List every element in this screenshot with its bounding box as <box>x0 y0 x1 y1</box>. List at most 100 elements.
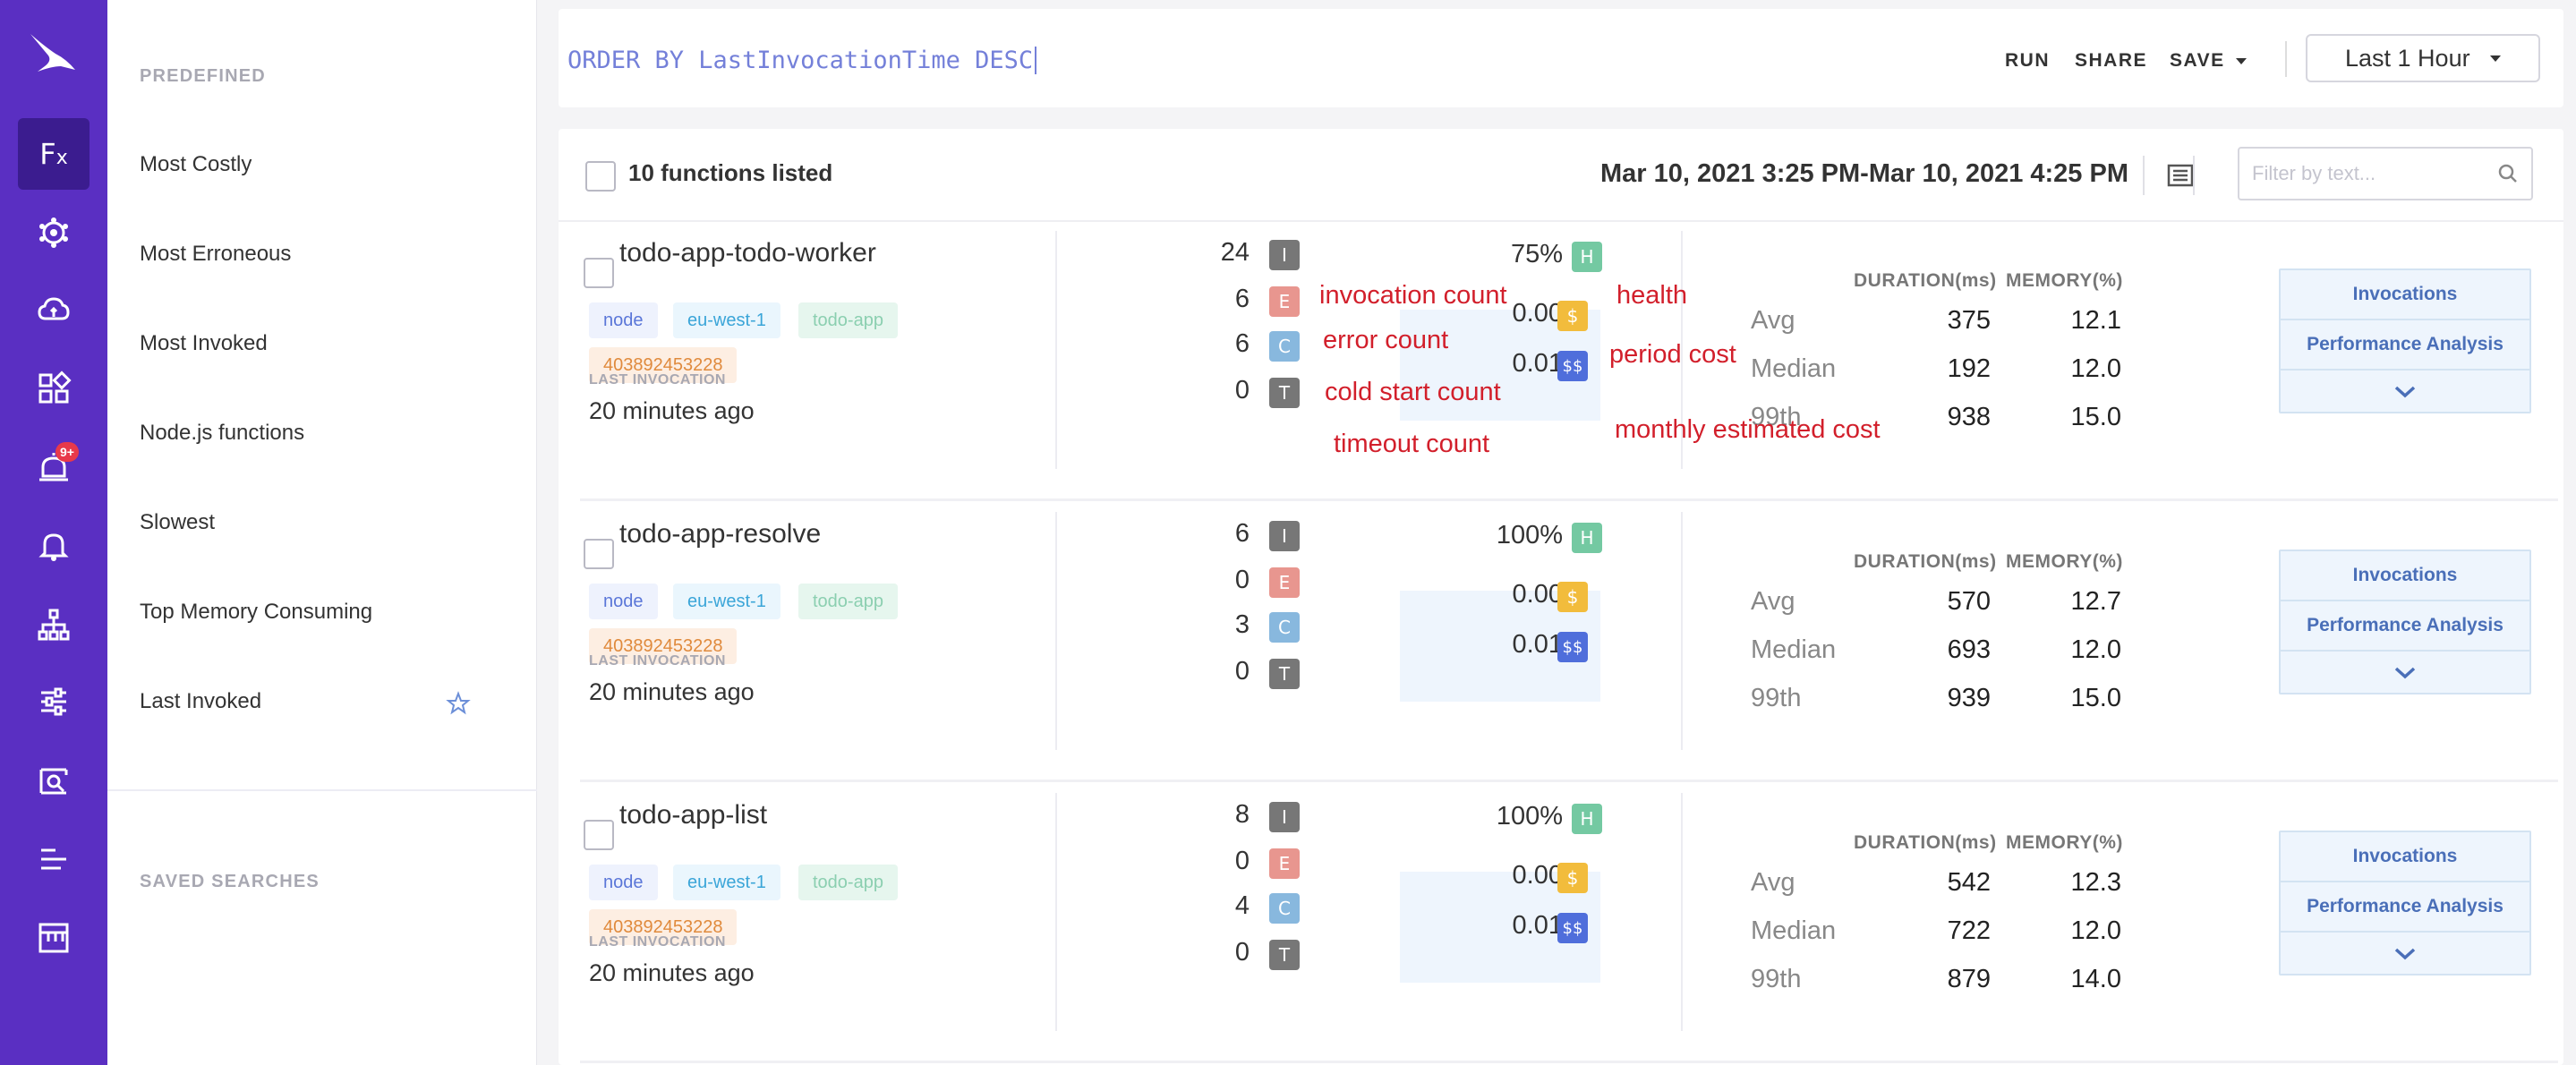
region-tag[interactable]: eu-west-1 <box>673 302 780 338</box>
performance-analysis-button[interactable]: Performance Analysis <box>2281 601 2529 652</box>
cold-start-count: 4 <box>1234 891 1250 920</box>
query-most-invoked[interactable]: Most Invoked <box>140 331 268 356</box>
query-most-erroneous[interactable]: Most Erroneous <box>140 242 291 267</box>
sitemap-icon[interactable] <box>18 589 90 660</box>
row-actions: Invocations Performance Analysis <box>2279 268 2531 413</box>
annotation-error-count: error count <box>1323 326 1449 354</box>
timeout-count: 0 <box>1234 938 1250 967</box>
star-icon[interactable] <box>446 691 471 716</box>
row-divider <box>580 498 2558 501</box>
search-list-icon[interactable] <box>18 745 90 816</box>
monthly-cost-value: 0.01 <box>1512 630 1563 659</box>
cold-start-badge: C <box>1269 612 1300 643</box>
row-checkbox[interactable] <box>584 820 614 850</box>
performance-analysis-button[interactable]: Performance Analysis <box>2281 882 2529 933</box>
runtime-tag[interactable]: node <box>589 584 658 619</box>
apps-icon[interactable] <box>18 353 90 424</box>
time-range-select[interactable]: Last 1 Hour <box>2306 34 2540 82</box>
invocations-button[interactable]: Invocations <box>2281 270 2529 320</box>
row-checkbox[interactable] <box>584 539 614 569</box>
function-row: todo-app-todo-worker node eu-west-1 todo… <box>559 222 2563 501</box>
expand-row-button[interactable] <box>2281 933 2529 976</box>
cold-start-count: 3 <box>1234 610 1250 639</box>
run-button[interactable]: RUN <box>2005 50 2050 72</box>
chevron-down-icon <box>2489 55 2501 62</box>
list-header: 10 functions listed Mar 10, 2021 3:25 PM… <box>559 129 2563 222</box>
region-tag[interactable]: eu-west-1 <box>673 584 780 619</box>
memory-header: MEMORY(%) <box>2006 832 2123 853</box>
query-most-costly[interactable]: Most Costly <box>140 152 252 177</box>
runtime-tag[interactable]: node <box>589 302 658 338</box>
chevron-down-icon <box>2394 948 2416 960</box>
share-button[interactable]: SHARE <box>2075 50 2147 72</box>
timeout-badge: T <box>1269 659 1300 689</box>
region-tag[interactable]: eu-west-1 <box>673 865 780 900</box>
monthly-cost-badge: $$ <box>1557 632 1588 662</box>
chevron-down-icon <box>2394 667 2416 679</box>
application-tag[interactable]: todo-app <box>798 865 898 900</box>
filter-input[interactable] <box>2252 159 2485 188</box>
memory-median: 12.0 <box>2070 916 2121 945</box>
invocation-badge: I <box>1269 802 1300 832</box>
filter-field[interactable] <box>2238 147 2533 200</box>
monthly-cost-badge: $$ <box>1557 351 1588 381</box>
period-cost-badge: $ <box>1557 582 1588 612</box>
query-bar: ORDER BY LastInvocationTime DESC RUN SHA… <box>559 9 2563 107</box>
list-icon[interactable] <box>18 823 90 895</box>
application-tag[interactable]: todo-app <box>798 302 898 338</box>
query-nodejs-functions[interactable]: Node.js functions <box>140 421 304 446</box>
list-view-icon[interactable] <box>2166 161 2195 190</box>
bell-icon[interactable] <box>18 510 90 582</box>
settings-sliders-icon[interactable] <box>18 666 90 737</box>
duration-p99: 938 <box>1947 403 1991 431</box>
annotation-cold-start-count: cold start count <box>1325 378 1501 406</box>
expand-row-button[interactable] <box>2281 652 2529 694</box>
expand-row-button[interactable] <box>2281 371 2529 413</box>
annotation-period-cost: period cost <box>1609 340 1736 369</box>
query-slowest[interactable]: Slowest <box>140 510 215 535</box>
invocation-count: 24 <box>1220 238 1250 267</box>
cold-start-badge: C <box>1269 893 1300 924</box>
invocation-count: 8 <box>1234 800 1250 829</box>
memory-avg: 12.3 <box>2070 868 2121 897</box>
network-icon[interactable] <box>18 197 90 268</box>
median-label: Median <box>1751 354 1837 383</box>
functions-icon[interactable]: Fx <box>18 118 90 190</box>
p99-label: 99th <box>1751 965 1802 993</box>
predefined-heading: PREDEFINED <box>140 66 266 86</box>
column-divider <box>1055 512 1057 750</box>
functions-count: 10 functions listed <box>628 159 833 186</box>
row-checkbox[interactable] <box>584 258 614 288</box>
health-badge: H <box>1572 523 1602 553</box>
dashboard-icon[interactable] <box>18 902 90 974</box>
invocations-button[interactable]: Invocations <box>2281 551 2529 601</box>
memory-header: MEMORY(%) <box>2006 551 2123 572</box>
save-button[interactable]: SAVE <box>2170 50 2247 72</box>
invocations-button[interactable]: Invocations <box>2281 832 2529 882</box>
runtime-tag[interactable]: node <box>589 865 658 900</box>
duration-avg: 570 <box>1947 587 1991 616</box>
function-name[interactable]: todo-app-list <box>619 800 767 831</box>
cloud-icon[interactable] <box>18 274 90 345</box>
memory-avg: 12.1 <box>2070 306 2121 335</box>
query-input[interactable]: ORDER BY LastInvocationTime DESC <box>567 47 1037 74</box>
performance-analysis-button[interactable]: Performance Analysis <box>2281 320 2529 371</box>
avg-label: Avg <box>1751 868 1796 897</box>
chevron-down-icon <box>2235 57 2247 64</box>
app-logo-icon[interactable] <box>25 30 82 77</box>
query-top-memory[interactable]: Top Memory Consuming <box>140 600 372 625</box>
row-actions: Invocations Performance Analysis <box>2279 831 2531 976</box>
duration-avg: 375 <box>1947 306 1991 335</box>
select-all-checkbox[interactable] <box>585 161 616 192</box>
filter-separator <box>2193 156 2195 195</box>
median-label: Median <box>1751 635 1837 664</box>
row-divider <box>580 1061 2558 1063</box>
function-name[interactable]: todo-app-todo-worker <box>619 238 876 268</box>
query-last-invoked[interactable]: Last Invoked <box>140 689 261 714</box>
column-divider <box>1055 793 1057 1031</box>
memory-header: MEMORY(%) <box>2006 270 2123 291</box>
application-tag[interactable]: todo-app <box>798 584 898 619</box>
function-name[interactable]: todo-app-resolve <box>619 519 821 550</box>
alerts-icon[interactable]: 9+ <box>18 431 90 503</box>
date-range: Mar 10, 2021 3:25 PM-Mar 10, 2021 4:25 P… <box>1600 159 2128 188</box>
